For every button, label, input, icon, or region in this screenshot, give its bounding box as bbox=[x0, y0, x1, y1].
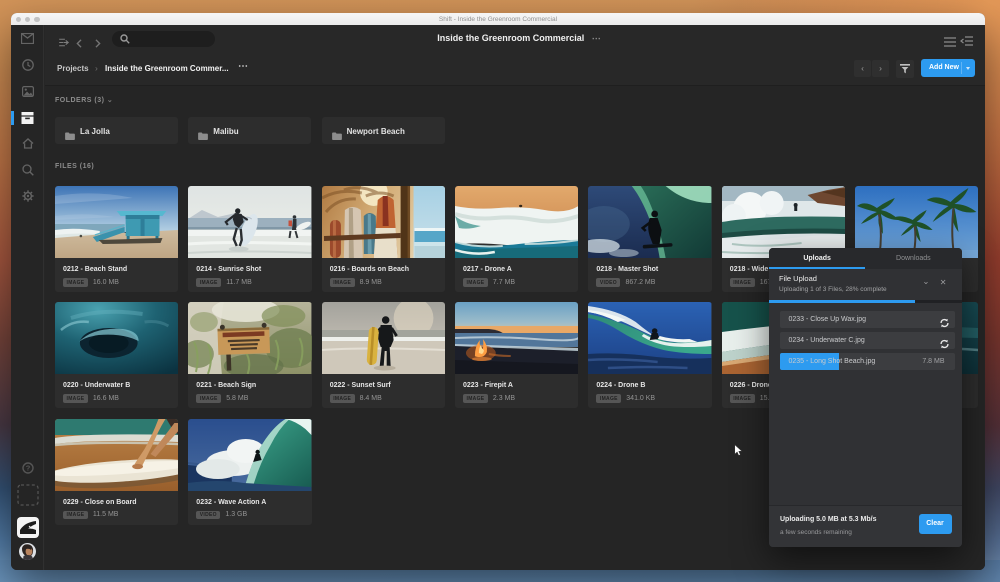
svg-text:?: ? bbox=[25, 464, 30, 473]
